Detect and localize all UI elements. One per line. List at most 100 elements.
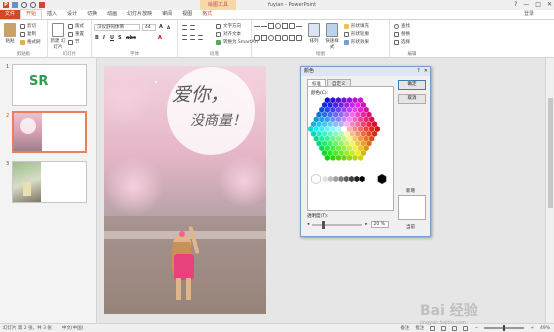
shape-callout-icon[interactable] bbox=[289, 34, 295, 41]
color-swatch[interactable] bbox=[311, 173, 321, 185]
vertical-scrollbar[interactable] bbox=[545, 58, 554, 323]
select-button[interactable]: 选择 bbox=[394, 39, 410, 45]
color-swatch[interactable] bbox=[322, 175, 329, 183]
zoom-in-icon[interactable]: + bbox=[530, 326, 534, 331]
save-icon[interactable] bbox=[12, 2, 18, 8]
arrange-button[interactable]: 排列 bbox=[306, 23, 322, 44]
shape-outline-button[interactable]: 形状轮廓 bbox=[344, 31, 369, 37]
color-swatch[interactable] bbox=[348, 175, 355, 183]
replace-button[interactable]: 替换 bbox=[394, 31, 410, 37]
shape-more-icon[interactable] bbox=[296, 34, 302, 41]
decrease-arrow-icon[interactable]: ◂ bbox=[307, 222, 309, 227]
tab-slideshow[interactable]: 幻灯片放映 bbox=[122, 10, 157, 19]
reading-view-icon[interactable] bbox=[452, 325, 458, 331]
text-direction-button[interactable]: 文字方向 bbox=[216, 23, 241, 29]
notes-button[interactable]: 备注 bbox=[400, 325, 409, 331]
zoom-slider[interactable] bbox=[484, 325, 525, 331]
shape-oval-icon[interactable] bbox=[268, 34, 274, 41]
color-hexagon-picker[interactable] bbox=[308, 87, 395, 212]
shape-rect-icon[interactable] bbox=[261, 34, 267, 41]
strikethrough-button[interactable]: abc bbox=[126, 35, 136, 41]
grow-font-icon[interactable]: A bbox=[159, 24, 163, 30]
slide-title-line2[interactable]: 没商量！ bbox=[190, 110, 246, 130]
shapes-gallery[interactable] bbox=[254, 23, 304, 45]
dialog-close-button[interactable]: ✕ bbox=[424, 67, 428, 76]
sign-in-link[interactable]: 登录 bbox=[524, 10, 554, 19]
color-swatch[interactable] bbox=[327, 175, 334, 183]
shadow-button[interactable]: S bbox=[118, 35, 122, 41]
shape-oval-icon[interactable] bbox=[275, 23, 281, 29]
align-text-button[interactable]: 对齐文本 bbox=[216, 31, 241, 37]
ok-button[interactable]: 确定 bbox=[398, 80, 426, 90]
increase-arrow-icon[interactable]: ▸ bbox=[365, 222, 367, 227]
shape-line-icon[interactable] bbox=[254, 26, 260, 27]
copy-button[interactable]: 复制 bbox=[20, 31, 36, 37]
format-painter-button[interactable]: 格式刷 bbox=[20, 39, 41, 45]
shape-arrow-icon[interactable] bbox=[254, 34, 260, 41]
slideshow-icon[interactable] bbox=[39, 2, 45, 8]
section-button[interactable]: 节 bbox=[68, 39, 80, 45]
align-center-icon[interactable] bbox=[190, 35, 195, 40]
tab-animations[interactable]: 动画 bbox=[102, 10, 122, 19]
new-slide-button[interactable]: 新建 幻灯片 bbox=[50, 23, 66, 50]
shape-triangle-icon[interactable] bbox=[289, 23, 295, 29]
quick-styles-button[interactable]: 快速样式 bbox=[324, 23, 340, 50]
color-swatch[interactable] bbox=[332, 175, 339, 183]
shape-rect-icon[interactable] bbox=[268, 23, 274, 29]
tab-design[interactable]: 设计 bbox=[62, 10, 82, 19]
align-left-icon[interactable] bbox=[182, 35, 187, 40]
font-name-select[interactable]: 汉仪舒同体简 bbox=[94, 24, 140, 31]
shape-rect-icon[interactable] bbox=[282, 23, 288, 29]
bullets-icon[interactable] bbox=[182, 25, 187, 30]
find-button[interactable]: 查找 bbox=[394, 23, 410, 29]
slide-thumbnail-2[interactable] bbox=[12, 111, 87, 153]
shape-line-icon[interactable] bbox=[261, 26, 267, 27]
color-swatch[interactable] bbox=[353, 175, 360, 183]
scrollbar-thumb[interactable] bbox=[548, 98, 553, 208]
maximize-button[interactable]: □ bbox=[535, 0, 541, 10]
color-swatch[interactable] bbox=[338, 175, 344, 183]
transparency-input[interactable]: 20 % bbox=[370, 221, 389, 228]
shape-star-icon[interactable] bbox=[275, 34, 281, 41]
dialog-title-bar[interactable]: 颜色 ? ✕ bbox=[301, 67, 430, 76]
zoom-out-icon[interactable]: − bbox=[474, 326, 478, 331]
font-color-button[interactable]: A bbox=[158, 35, 162, 41]
slide-thumbnail-3[interactable] bbox=[12, 161, 87, 203]
align-right-icon[interactable] bbox=[198, 35, 203, 40]
cut-button[interactable]: 剪切 bbox=[20, 23, 36, 29]
color-swatch[interactable] bbox=[377, 173, 387, 185]
reset-button[interactable]: 重置 bbox=[68, 31, 84, 37]
slide-thumbnail-1[interactable]: SR bbox=[12, 64, 87, 106]
bold-button[interactable]: B bbox=[95, 35, 99, 41]
italic-button[interactable]: I bbox=[103, 35, 105, 41]
normal-view-icon[interactable] bbox=[430, 325, 436, 331]
tab-view[interactable]: 视图 bbox=[177, 10, 197, 19]
close-button[interactable]: ✕ bbox=[547, 0, 552, 10]
paste-button[interactable]: 粘贴 bbox=[2, 23, 18, 44]
dialog-help-button[interactable]: ? bbox=[417, 67, 420, 76]
color-swatch[interactable] bbox=[374, 125, 381, 133]
shrink-font-icon[interactable]: A bbox=[167, 25, 170, 30]
tab-review[interactable]: 审阅 bbox=[157, 10, 177, 19]
redo-icon[interactable] bbox=[30, 2, 36, 8]
shape-brace-icon[interactable] bbox=[282, 34, 288, 41]
slide-thumbnails-pane[interactable]: 1 SR 2 3 bbox=[0, 58, 97, 323]
font-size-select[interactable]: 44 bbox=[142, 24, 156, 31]
underline-button[interactable]: U bbox=[110, 35, 114, 41]
minimize-button[interactable]: — bbox=[523, 0, 529, 10]
slide-title-line1[interactable]: 爱你， bbox=[172, 80, 229, 107]
slideshow-view-icon[interactable] bbox=[463, 325, 469, 331]
color-swatch[interactable] bbox=[359, 175, 366, 183]
cancel-button[interactable]: 取消 bbox=[398, 94, 426, 104]
numbering-icon[interactable] bbox=[190, 25, 195, 30]
layout-button[interactable]: 版式 bbox=[68, 23, 84, 29]
colors-dialog[interactable]: 颜色 ? ✕ 标准 自定义 颜色(C): 确定 取消 新增 当前 透明度(T):… bbox=[300, 66, 431, 237]
slide-2[interactable]: 爱你， 没商量！ bbox=[104, 66, 266, 314]
language-indicator[interactable]: 中文(中国) bbox=[62, 325, 84, 331]
tab-file[interactable]: 文件 bbox=[0, 10, 21, 19]
shape-fill-button[interactable]: 形状填充 bbox=[344, 23, 369, 29]
shape-effects-button[interactable]: 形状效果 bbox=[344, 39, 369, 45]
sorter-view-icon[interactable] bbox=[441, 325, 447, 331]
tab-home[interactable]: 开始 bbox=[20, 9, 43, 19]
tab-transitions[interactable]: 切换 bbox=[82, 10, 102, 19]
